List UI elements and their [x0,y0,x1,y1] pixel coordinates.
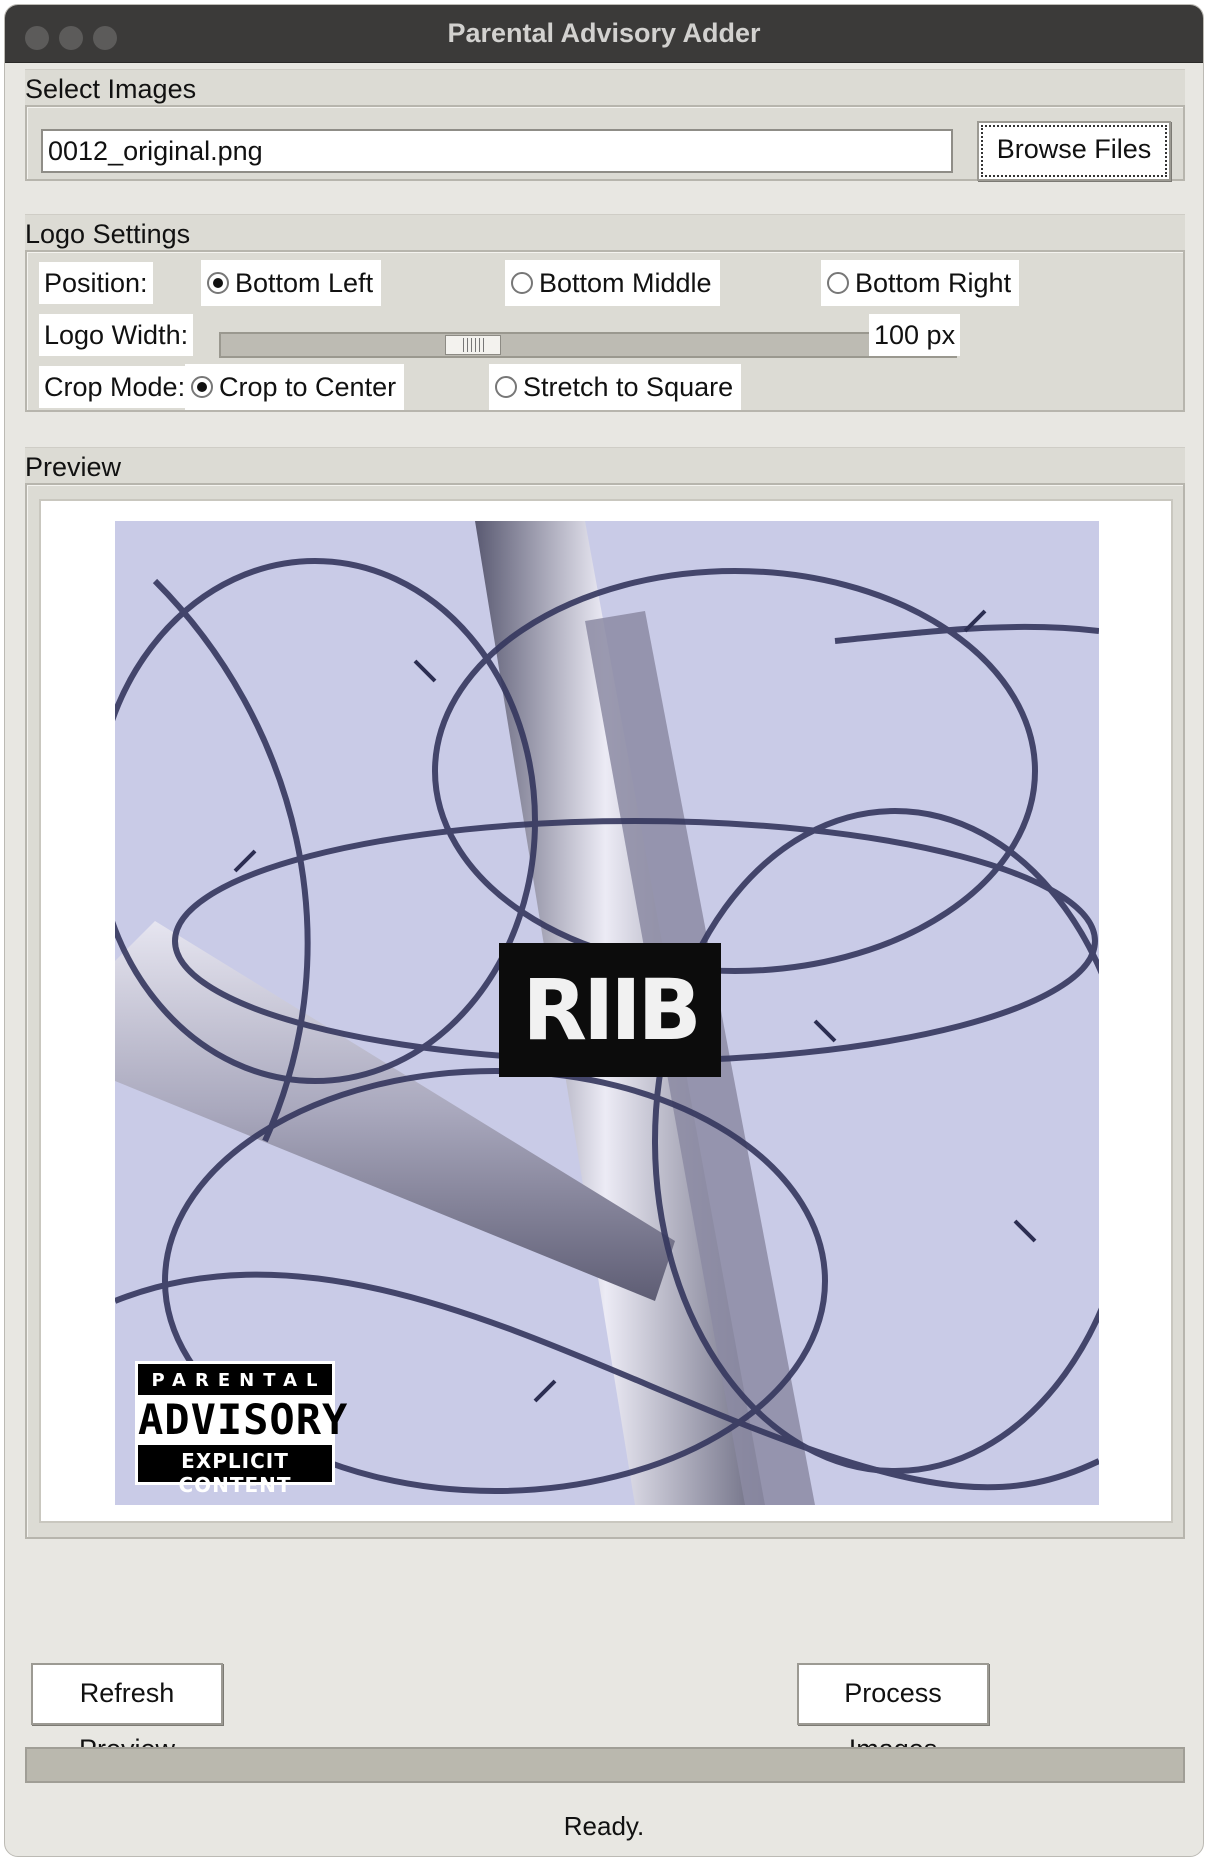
badge-top-text: PARENTAL [151,1370,327,1391]
select-images-frame: 0012_original.png Browse Files [25,105,1185,181]
position-label: Position: [39,262,153,304]
process-images-button[interactable]: Process Images [797,1663,989,1764]
preview-header: Preview [25,447,1185,487]
radio-selected-icon [207,272,229,294]
crop-mode-label: Crop Mode: [39,366,191,408]
radio-stretch-to-square-label: Stretch to Square [523,372,734,402]
image-logo: RIIB [499,943,721,1077]
radio-bottom-middle-label: Bottom Middle [539,268,712,298]
radio-selected-icon [191,376,213,398]
logo-width-value: 100 px [869,314,961,356]
logo-settings-frame: Position: Bottom Left Bottom Middle Bott… [25,250,1185,412]
radio-bottom-left-label: Bottom Left [235,268,374,298]
select-images-header: Select Images [25,69,1185,109]
radio-crop-to-center-label: Crop to Center [219,372,397,402]
logo-width-label: Logo Width: [39,314,194,356]
refresh-preview-button[interactable]: Refresh Preview [31,1663,223,1764]
radio-crop-to-center[interactable]: Crop to Center [185,364,405,410]
radio-bottom-left[interactable]: Bottom Left [201,260,382,306]
app-window: Parental Advisory Adder Select Images 00… [4,4,1204,1857]
preview-frame: RIIB PARENTAL ADVISORY EXPLICIT CONTENT [25,483,1185,1539]
progress-bar [25,1747,1185,1783]
preview-image: RIIB PARENTAL ADVISORY EXPLICIT CONTENT [115,521,1099,1505]
title-bar: Parental Advisory Adder [5,5,1203,63]
radio-unselected-icon [827,272,849,294]
badge-bottom-text: EXPLICIT CONTENT [178,1449,292,1497]
browse-files-button[interactable]: Browse Files [977,121,1171,181]
file-path-input[interactable]: 0012_original.png [41,129,953,173]
logo-settings-header: Logo Settings [25,214,1185,254]
parental-advisory-badge: PARENTAL ADVISORY EXPLICIT CONTENT [135,1361,349,1497]
radio-bottom-right[interactable]: Bottom Right [821,260,1020,306]
radio-unselected-icon [511,272,533,294]
radio-unselected-icon [495,376,517,398]
radio-stretch-to-square[interactable]: Stretch to Square [489,364,742,410]
logo-width-slider[interactable] [219,332,957,358]
status-text: Ready. [563,1811,645,1841]
slider-handle[interactable] [445,335,501,355]
radio-bottom-middle[interactable]: Bottom Middle [505,260,720,306]
badge-middle-text: ADVISORY [138,1395,349,1445]
preview-canvas: RIIB PARENTAL ADVISORY EXPLICIT CONTENT [39,499,1173,1523]
radio-bottom-right-label: Bottom Right [855,268,1012,298]
window-title: Parental Advisory Adder [447,18,761,48]
